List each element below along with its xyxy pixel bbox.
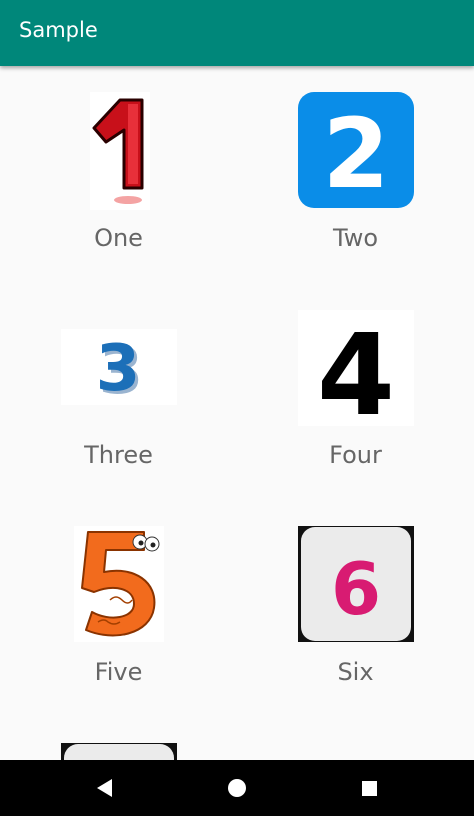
back-icon [97, 779, 112, 797]
item-label: Six [337, 658, 374, 686]
grid-item-five[interactable]: Five [0, 500, 237, 700]
item-label: Five [94, 658, 143, 686]
item-label: Three [84, 441, 153, 469]
home-button[interactable] [207, 760, 267, 816]
number-four-black-icon: 4 [298, 310, 414, 426]
home-icon [228, 779, 246, 797]
recents-button[interactable] [340, 760, 400, 816]
number-three-blue-icon: 3 3 [61, 329, 177, 405]
number-six-pink-tile-icon: 6 [298, 526, 414, 642]
svg-text:2: 2 [323, 98, 390, 208]
svg-text:4: 4 [317, 311, 395, 426]
recents-icon [362, 781, 377, 796]
app-title: Sample [19, 18, 98, 42]
item-label: Four [329, 441, 382, 469]
partial-seven-tile [61, 743, 177, 760]
back-button[interactable] [74, 760, 134, 816]
grid-item-seven[interactable] [0, 717, 237, 760]
number-five-cartoon-icon [74, 526, 164, 642]
svg-text:6: 6 [331, 547, 381, 631]
svg-text:3: 3 [96, 332, 141, 405]
grid-item-four[interactable]: 4 Four [237, 283, 474, 483]
item-label: One [94, 224, 143, 252]
number-two-blue-tile-icon: 2 [298, 92, 414, 208]
grid-item-three[interactable]: 3 3 Three [0, 283, 237, 483]
grid-item-six[interactable]: 6 Six [237, 500, 474, 700]
grid-item-one[interactable]: One [0, 66, 237, 266]
app-bar: Sample [0, 0, 474, 66]
number-one-red-icon [90, 92, 150, 210]
grid-item-two[interactable]: 2 Two [237, 66, 474, 266]
number-grid[interactable]: One 2 Two 3 3 Three 4 Four Five 6 Six [0, 66, 474, 760]
item-label: Two [333, 224, 378, 252]
system-nav-bar [0, 760, 474, 816]
